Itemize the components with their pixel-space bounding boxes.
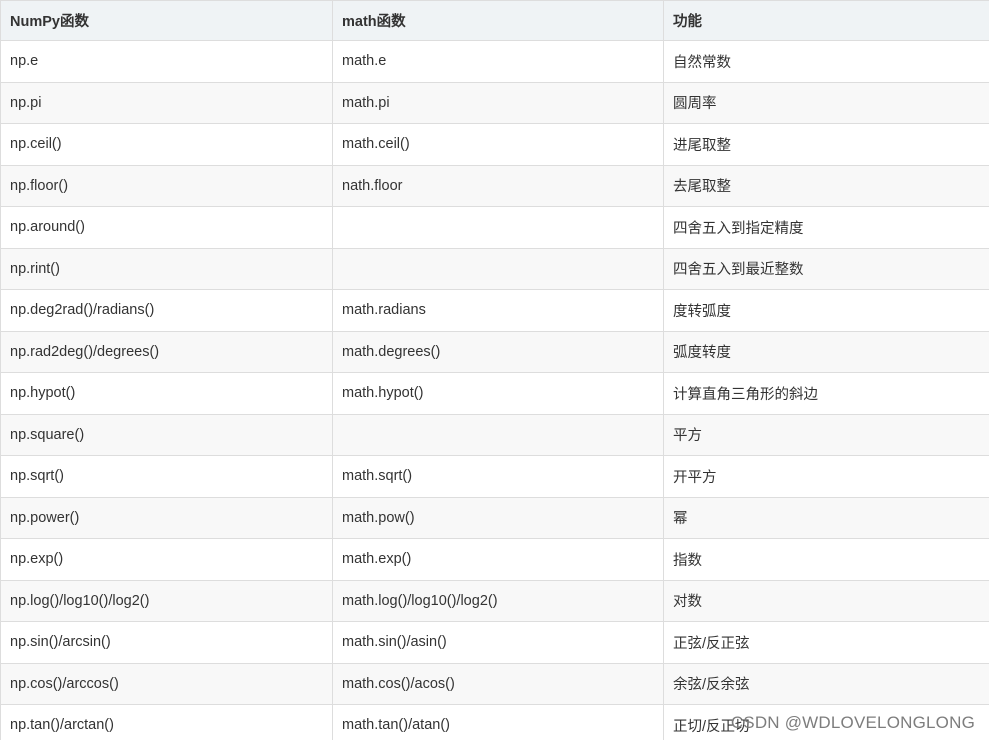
numpy-function-cell: np.floor() <box>0 164 333 207</box>
table-row: np.cos()/arccos() math.cos()/acos() 余弦/反余弦 <box>0 662 989 705</box>
header-description: 功能 <box>663 0 989 41</box>
table-row: np.sin()/arcsin() math.sin()/asin() 正弦/反正弦 <box>0 621 989 664</box>
numpy-function-cell: np.power() <box>0 496 333 539</box>
numpy-function-cell: np.sqrt() <box>0 455 333 498</box>
table-row: np.ceil() math.ceil() 进尾取整 <box>0 123 989 166</box>
table-row: np.power() math.pow() 幂 <box>0 496 989 539</box>
math-function-cell: math.hypot() <box>332 372 664 415</box>
numpy-function-cell: np.rint() <box>0 247 333 290</box>
header-numpy-function: NumPy函数 <box>0 0 333 41</box>
description-cell: 平方 <box>663 413 989 456</box>
math-function-cell: math.log()/log10()/log2() <box>332 579 664 622</box>
math-function-cell: math.pi <box>332 81 664 124</box>
numpy-function-cell: np.square() <box>0 413 333 456</box>
table-row: np.square() 平方 <box>0 413 989 456</box>
math-function-cell: nath.floor <box>332 164 664 207</box>
numpy-function-cell: np.pi <box>0 81 333 124</box>
table-row: np.rad2deg()/degrees() math.degrees() 弧度转度 <box>0 330 989 373</box>
description-cell: 弧度转度 <box>663 330 989 373</box>
description-cell: 四舍五入到指定精度 <box>663 206 989 249</box>
header-math-function: math函数 <box>332 0 664 41</box>
math-function-cell <box>332 206 664 249</box>
watermark: CSDN @WDLOVELONGLONG <box>730 713 975 732</box>
table-row: np.e math.e 自然常数 <box>0 40 989 83</box>
description-cell: 计算直角三角形的斜边 <box>663 372 989 415</box>
table-row: np.exp() math.exp() 指数 <box>0 538 989 581</box>
table-header: NumPy函数 math函数 功能 <box>0 0 989 41</box>
math-function-cell: math.sqrt() <box>332 455 664 498</box>
math-function-cell: math.sin()/asin() <box>332 621 664 664</box>
description-cell: 四舍五入到最近整数 <box>663 247 989 290</box>
numpy-function-cell: np.sin()/arcsin() <box>0 621 333 664</box>
numpy-function-cell: np.deg2rad()/radians() <box>0 289 333 332</box>
content-area: NumPy函数 math函数 功能 np.e math.e 自然常数 np.pi mat… <box>0 0 989 740</box>
numpy-function-cell: np.ceil() <box>0 123 333 166</box>
numpy-function-cell: np.tan()/arctan() <box>0 704 333 740</box>
table-row: np.log()/log10()/log2() math.log()/log10(… <box>0 579 989 622</box>
numpy-function-cell: np.cos()/arccos() <box>0 662 333 705</box>
math-function-cell <box>332 247 664 290</box>
math-function-cell: math.radians <box>332 289 664 332</box>
table-row: np.floor() nath.floor 去尾取整 <box>0 164 989 207</box>
table-row: np.around() 四舍五入到指定精度 <box>0 206 989 249</box>
header-row: NumPy函数 math函数 功能 <box>0 0 989 41</box>
table-body: np.e math.e 自然常数 np.pi math.pi 圆周率 np.ceil() ma… <box>0 40 989 740</box>
description-cell: 开平方 <box>663 455 989 498</box>
description-cell: 幂 <box>663 496 989 539</box>
table-row: np.sqrt() math.sqrt() 开平方 <box>0 455 989 498</box>
description-cell: 进尾取整 <box>663 123 989 166</box>
table-row: np.deg2rad()/radians() math.radians 度转弧度 <box>0 289 989 332</box>
description-cell: 指数 <box>663 538 989 581</box>
math-function-cell: math.degrees() <box>332 330 664 373</box>
math-function-cell: math.e <box>332 40 664 83</box>
numpy-function-cell: np.around() <box>0 206 333 249</box>
description-cell: 余弦/反余弦 <box>663 662 989 705</box>
function-comparison-table: NumPy函数 math函数 功能 np.e math.e 自然常数 np.pi mat… <box>0 0 989 740</box>
description-cell: 圆周率 <box>663 81 989 124</box>
numpy-function-cell: np.rad2deg()/degrees() <box>0 330 333 373</box>
description-cell: 去尾取整 <box>663 164 989 207</box>
math-function-cell <box>332 413 664 456</box>
numpy-function-cell: np.e <box>0 40 333 83</box>
table-row: np.rint() 四舍五入到最近整数 <box>0 247 989 290</box>
numpy-function-cell: np.hypot() <box>0 372 333 415</box>
description-cell: 自然常数 <box>663 40 989 83</box>
math-function-cell: math.ceil() <box>332 123 664 166</box>
numpy-function-cell: np.log()/log10()/log2() <box>0 579 333 622</box>
math-function-cell: math.pow() <box>332 496 664 539</box>
table-row: np.hypot() math.hypot() 计算直角三角形的斜边 <box>0 372 989 415</box>
math-function-cell: math.tan()/atan() <box>332 704 664 740</box>
table-row: np.pi math.pi 圆周率 <box>0 81 989 124</box>
description-cell: 正弦/反正弦 <box>663 621 989 664</box>
numpy-function-cell: np.exp() <box>0 538 333 581</box>
math-function-cell: math.cos()/acos() <box>332 662 664 705</box>
description-cell: 度转弧度 <box>663 289 989 332</box>
description-cell: 对数 <box>663 579 989 622</box>
math-function-cell: math.exp() <box>332 538 664 581</box>
